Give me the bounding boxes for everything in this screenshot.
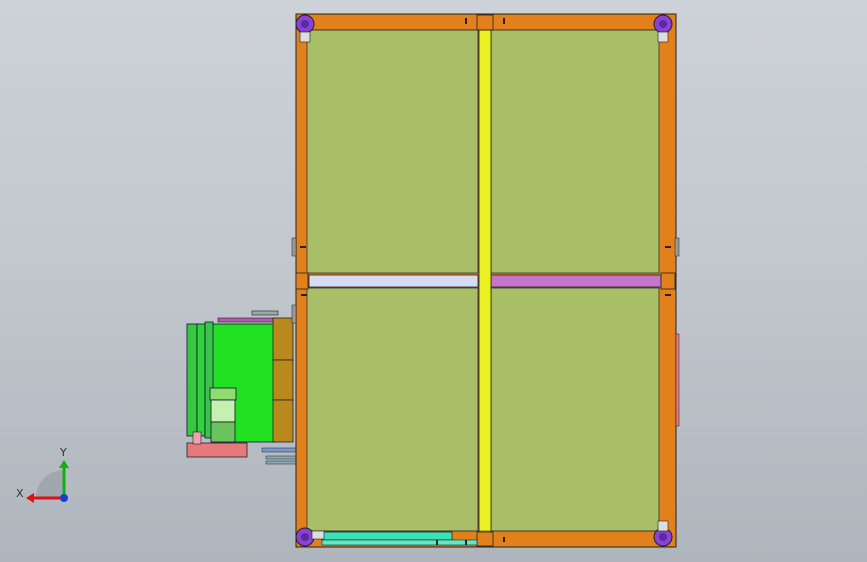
gearbox [272, 317, 294, 361]
base-block [192, 431, 202, 445]
side-panel-right [675, 333, 680, 427]
x-axis-label: X [16, 487, 24, 500]
side-bracket [291, 304, 297, 324]
joint-right [660, 272, 676, 290]
cad-viewport[interactable]: Y X [0, 0, 867, 562]
crossbar-left [308, 274, 479, 288]
gearbox [272, 399, 294, 443]
center-beam-cap-bottom [476, 531, 494, 547]
coupling-top [209, 387, 237, 401]
center-beam-cap-top [476, 14, 494, 31]
panel-bottom-right [490, 287, 660, 532]
side-bracket [674, 237, 680, 257]
coordinate-triad: Y X [16, 446, 69, 503]
cylinder-mid [196, 323, 206, 437]
coupling-body [210, 399, 236, 423]
drive-assembly[interactable] [186, 310, 299, 465]
center-beam [478, 29, 492, 533]
joint-left [295, 272, 309, 290]
triad-shadow [36, 470, 64, 498]
main-frame[interactable] [291, 13, 680, 548]
z-axis-dot [60, 494, 68, 502]
x-axis-arrow [26, 493, 34, 503]
drive-rail [217, 317, 277, 323]
panel-top-left [306, 29, 479, 274]
panel-top-right [490, 29, 660, 274]
bottom-rail [321, 531, 453, 541]
y-axis-arrow [59, 460, 69, 468]
lower-rail [265, 455, 299, 460]
coupling-bottom [210, 421, 236, 443]
cylinder-left [186, 323, 198, 437]
cad-model-view[interactable]: Y X [0, 0, 867, 562]
y-axis-label: Y [59, 446, 67, 459]
side-bracket [291, 237, 297, 257]
panel-bottom-left [306, 287, 479, 532]
gearbox [272, 359, 294, 401]
crossbar-right [490, 274, 662, 288]
bottom-rail-lower [321, 539, 478, 546]
lower-rail [265, 460, 299, 465]
base-plate [186, 442, 248, 458]
lower-rail [261, 447, 299, 453]
drive-rail [251, 310, 279, 316]
